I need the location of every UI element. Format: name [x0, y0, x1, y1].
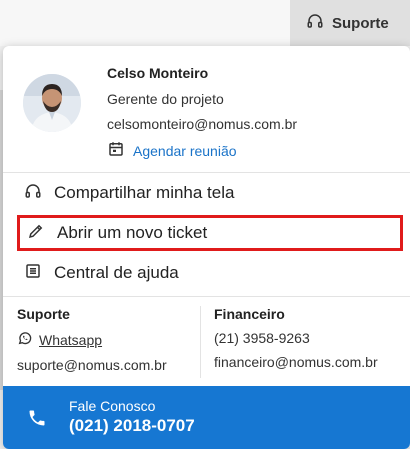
- schedule-meeting-label: Agendar reunião: [133, 142, 237, 159]
- pencil-icon: [27, 222, 45, 245]
- whatsapp-icon: [17, 330, 33, 349]
- support-dropdown-panel: Celso Monteiro Gerente do projeto celsom…: [3, 46, 410, 449]
- phone-icon: [27, 408, 47, 428]
- contact-us-footer[interactable]: Fale Conosco (021) 2018-0707: [3, 386, 410, 449]
- manager-role: Gerente do projeto: [107, 91, 224, 107]
- finance-contacts: Financeiro (21) 3958-9263 financeiro@nom…: [214, 306, 378, 378]
- column-divider: [200, 306, 201, 378]
- contact-us-label: Fale Conosco: [69, 398, 156, 414]
- headset-icon: [306, 12, 324, 34]
- schedule-meeting-link[interactable]: Agendar reunião: [107, 140, 237, 161]
- finance-phone: (21) 3958-9263: [214, 330, 310, 346]
- list-icon: [24, 262, 42, 285]
- support-title: Suporte: [17, 306, 70, 322]
- support-email: suporte@nomus.com.br: [17, 357, 167, 373]
- finance-email: financeiro@nomus.com.br: [214, 354, 378, 370]
- contact-us-number: (021) 2018-0707: [69, 416, 195, 435]
- whatsapp-link[interactable]: Whatsapp: [17, 330, 167, 349]
- contact-section: Suporte Whatsapp suporte@nomus.com.br Fi…: [3, 296, 410, 386]
- headset-icon: [24, 182, 42, 205]
- support-button-label: Suporte: [332, 14, 389, 32]
- calendar-icon: [107, 140, 125, 161]
- manager-name: Celso Monteiro: [107, 65, 209, 81]
- menu-item-label: Central de ajuda: [54, 263, 179, 282]
- support-button[interactable]: Suporte: [290, 0, 410, 46]
- menu-item-share-screen[interactable]: Compartilhar minha tela: [17, 175, 403, 211]
- whatsapp-label: Whatsapp: [39, 331, 103, 348]
- menu-item-help-center[interactable]: Central de ajuda: [17, 255, 403, 291]
- menu-item-new-ticket[interactable]: Abrir um novo ticket: [17, 215, 403, 251]
- avatar: [23, 74, 81, 132]
- menu-item-label: Compartilhar minha tela: [54, 183, 235, 202]
- manager-profile: Celso Monteiro Gerente do projeto celsom…: [3, 46, 410, 168]
- menu-item-label: Abrir um novo ticket: [57, 223, 208, 242]
- manager-email: celsomonteiro@nomus.com.br: [107, 116, 298, 132]
- top-bar: Suporte: [0, 0, 410, 46]
- divider: [3, 172, 410, 173]
- finance-title: Financeiro: [214, 306, 285, 322]
- support-contacts: Suporte Whatsapp suporte@nomus.com.br: [17, 306, 167, 381]
